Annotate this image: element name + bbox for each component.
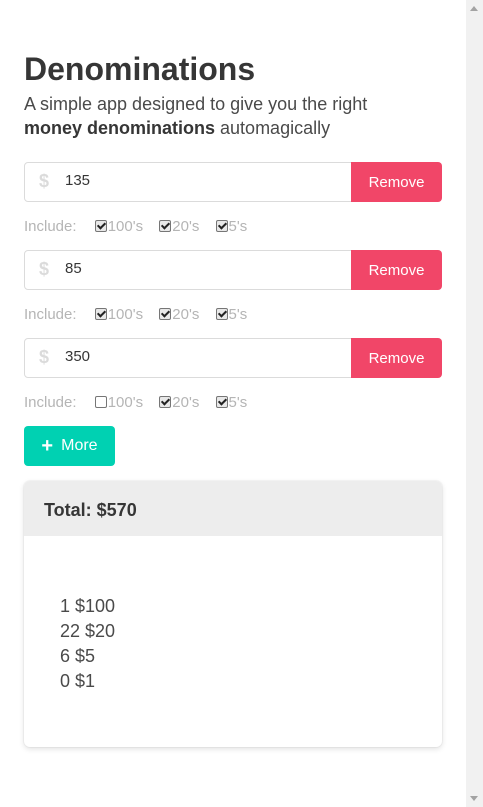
remove-button[interactable]: Remove — [351, 162, 442, 202]
include-100s-checkbox[interactable]: 100's — [94, 217, 144, 237]
checkbox-checked-icon[interactable] — [215, 308, 228, 320]
amount-row: $ Remove — [24, 338, 442, 378]
dollar-sign-icon: $ — [39, 171, 50, 191]
remove-button[interactable]: Remove — [351, 250, 442, 290]
checkbox-label: 100's — [107, 394, 144, 411]
dollar-sign-icon: $ — [39, 259, 50, 279]
checkbox-label: 5's — [228, 306, 248, 323]
checkbox-label: 5's — [228, 394, 248, 411]
checkbox-checked-icon[interactable] — [159, 308, 172, 320]
checkbox-checked-icon[interactable] — [94, 220, 107, 232]
include-20s-checkbox[interactable]: 20's — [159, 393, 199, 413]
checkbox-checked-icon[interactable] — [159, 220, 172, 232]
amount-field[interactable]: $ — [24, 338, 352, 378]
plus-icon: + — [41, 434, 54, 457]
denomination-line: 22 $20 — [60, 621, 116, 641]
total-header: Total: $570 — [24, 481, 442, 536]
amount-field[interactable]: $ — [24, 162, 352, 202]
include-options: Include: 100's 20's 5's — [24, 217, 442, 237]
checkbox-checked-icon[interactable] — [215, 396, 228, 408]
include-options: Include: 100's 20's 5's — [24, 305, 442, 325]
include-20s-checkbox[interactable]: 20's — [159, 305, 199, 325]
include-20s-checkbox[interactable]: 20's — [159, 217, 199, 237]
checkbox-label: 100's — [107, 306, 144, 323]
more-button-label: More — [61, 436, 98, 454]
checkbox-label: 5's — [228, 218, 248, 235]
checkbox-label: 20's — [172, 218, 200, 235]
include-label: Include: — [24, 394, 77, 411]
checkbox-unchecked-icon[interactable] — [94, 396, 107, 408]
amount-field[interactable]: $ — [24, 250, 352, 290]
checkbox-label: 100's — [107, 218, 144, 235]
denomination-line: 6 $5 — [60, 646, 96, 666]
include-100s-checkbox[interactable]: 100's — [94, 393, 144, 413]
total-card: Total: $570 1 $100 22 $20 6 $5 0 $1 — [24, 481, 442, 747]
checkbox-checked-icon[interactable] — [94, 308, 107, 320]
amount-row: $ Remove — [24, 250, 442, 290]
include-label: Include: — [24, 218, 77, 235]
checkbox-checked-icon[interactable] — [159, 396, 172, 408]
include-5s-checkbox[interactable]: 5's — [215, 305, 248, 325]
denomination-line: 1 $100 — [60, 596, 116, 616]
subtitle-text-end: automagically — [215, 118, 331, 138]
amount-input[interactable] — [65, 348, 325, 365]
remove-button[interactable]: Remove — [351, 338, 442, 378]
vertical-scrollbar[interactable] — [466, 0, 483, 807]
include-5s-checkbox[interactable]: 5's — [215, 393, 248, 413]
scroll-down-arrow-icon[interactable] — [470, 796, 478, 801]
checkbox-label: 20's — [172, 306, 200, 323]
amount-row: $ Remove — [24, 162, 442, 202]
dollar-sign-icon: $ — [39, 347, 50, 367]
scroll-up-arrow-icon[interactable] — [470, 6, 478, 11]
more-button[interactable]: + More — [24, 426, 115, 466]
include-5s-checkbox[interactable]: 5's — [215, 217, 248, 237]
include-label: Include: — [24, 306, 77, 323]
include-options: Include: 100's 20's 5's — [24, 393, 442, 413]
amount-input[interactable] — [65, 172, 325, 189]
checkbox-checked-icon[interactable] — [215, 220, 228, 232]
page-title: Denominations — [24, 51, 256, 87]
denomination-line: 0 $1 — [60, 671, 96, 691]
checkbox-label: 20's — [172, 394, 200, 411]
page-subtitle: A simple app designed to give you the ri… — [24, 92, 424, 140]
subtitle-text: A simple app designed to give you the ri… — [24, 94, 368, 114]
denomination-list: 1 $100 22 $20 6 $5 0 $1 — [60, 594, 115, 694]
include-100s-checkbox[interactable]: 100's — [94, 305, 144, 325]
amount-input[interactable] — [65, 260, 325, 277]
subtitle-bold-text: money denominations — [24, 118, 216, 138]
